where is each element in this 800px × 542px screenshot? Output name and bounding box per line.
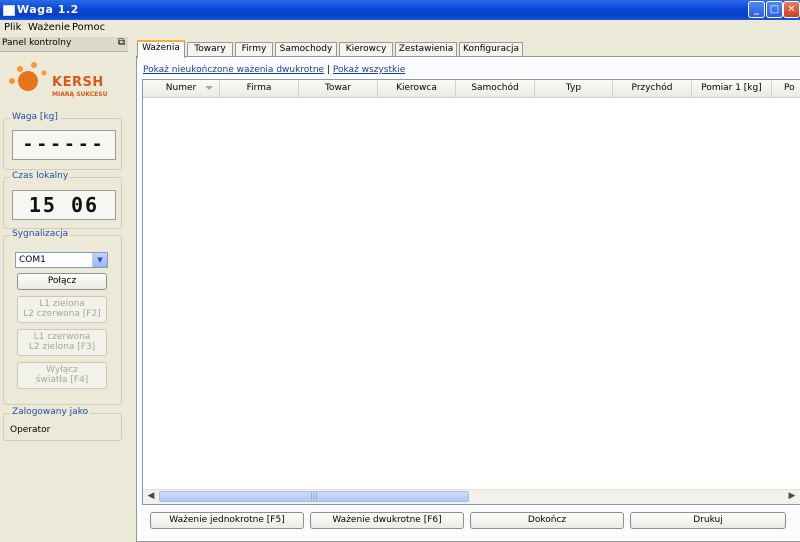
scroll-left-icon[interactable]: ◀ [144, 490, 158, 503]
login-group: Zalogowany jako Operator [3, 407, 122, 441]
weighings-table[interactable]: Numer Firma Towar Kierowca Samochód Typ … [142, 79, 800, 505]
links-separator: | [326, 65, 331, 75]
logo-text: KERSH [52, 75, 104, 90]
column-header[interactable]: Pomiar 1 [kg] [692, 80, 772, 97]
panel-header: Panel kontrolny ⧉ [0, 37, 128, 52]
column-header[interactable]: Kierowca [378, 80, 456, 97]
maximize-button[interactable]: □ [766, 1, 783, 18]
single-weighing-button[interactable]: Ważenie jednokrotne [F5] [150, 512, 304, 529]
menu-pomoc[interactable]: Pomoc [72, 22, 105, 33]
show-incomplete-link[interactable]: Pokaż nieukończone ważenia dwukrotne [143, 65, 324, 75]
lights-off-button[interactable]: Wyłącz światła [F4] [17, 362, 107, 389]
btn2-line2: L2 zielona [F3] [28, 342, 96, 352]
port-select[interactable]: COM1 ▼ [15, 252, 108, 268]
show-all-link[interactable]: Pokaż wszystkie [333, 65, 405, 75]
tab-firmy[interactable]: Firmy [235, 42, 273, 57]
column-header[interactable]: Typ [535, 80, 613, 97]
weight-legend: Waga [kg] [10, 112, 60, 122]
btn1-line1: L1 zielona [39, 299, 85, 309]
app-icon [3, 5, 15, 16]
logo-subtitle: MIARĄ SUKCESU [52, 91, 108, 98]
double-weighing-button[interactable]: Ważenie dwukrotne [F6] [310, 512, 464, 529]
horizontal-scrollbar[interactable]: ◀ ||| ▶ [143, 489, 800, 504]
print-button[interactable]: Drukuj [630, 512, 786, 529]
control-panel: Panel kontrolny ⧉ KERSH MIARĄ SUKCESU Wa… [0, 37, 130, 542]
pin-icon[interactable]: ⧉ [118, 37, 125, 48]
table-header: Numer Firma Towar Kierowca Samochód Typ … [143, 80, 800, 98]
scroll-thumb[interactable]: ||| [159, 491, 469, 502]
tab-konfiguracja[interactable]: Konfiguracja [459, 42, 523, 57]
menu-bar: Plik Ważenie Pomoc [0, 20, 800, 36]
scroll-right-icon[interactable]: ▶ [785, 490, 799, 503]
sort-arrow-icon [205, 86, 213, 90]
btn3-line1: Wyłącz [46, 365, 78, 375]
time-display: 15 06 [12, 190, 116, 220]
column-header[interactable]: Po [772, 80, 800, 97]
scroll-grip: ||| [310, 492, 318, 500]
menu-plik[interactable]: Plik [4, 22, 21, 33]
menu-wazenie[interactable]: Ważenie [28, 22, 70, 33]
tab-samochody[interactable]: Samochody [275, 42, 337, 57]
column-label: Numer [165, 83, 197, 93]
logged-user: Operator [10, 425, 51, 435]
tab-wazenia[interactable]: Ważenia [137, 40, 185, 58]
finish-button[interactable]: Dokończ [470, 512, 624, 529]
l1-red-l2-green-button[interactable]: L1 czerwona L2 zielona [F3] [17, 329, 107, 356]
tab-content: Pokaż nieukończone ważenia dwukrotne | P… [136, 56, 800, 542]
login-legend: Zalogowany jako [10, 407, 91, 417]
btn2-line1: L1 czerwona [33, 332, 91, 342]
weight-group: Waga [kg] ------ [3, 112, 122, 170]
time-legend: Czas lokalny [10, 171, 71, 181]
tab-towary[interactable]: Towary [187, 42, 233, 57]
filter-links: Pokaż nieukończone ważenia dwukrotne | P… [143, 65, 405, 75]
chevron-down-icon[interactable]: ▼ [92, 253, 107, 267]
weight-display: ------ [12, 130, 116, 160]
btn1-line2: L2 czerwona [F2] [23, 309, 101, 319]
tab-zestawienia[interactable]: Zestawienia [395, 42, 457, 57]
column-header[interactable]: Samochód [456, 80, 535, 97]
btn3-line2: światła [F4] [35, 375, 89, 385]
tab-kierowcy[interactable]: Kierowcy [339, 42, 393, 57]
column-header[interactable]: Przychód [613, 80, 692, 97]
window-title: Waga 1.2 [17, 3, 79, 16]
column-header[interactable]: Firma [220, 80, 299, 97]
column-header[interactable]: Towar [299, 80, 378, 97]
signal-legend: Sygnalizacja [10, 229, 71, 239]
title-bar: Waga 1.2 _ □ ✕ [0, 0, 800, 20]
l1-green-l2-red-button[interactable]: L1 zielona L2 czerwona [F2] [17, 296, 107, 323]
column-header[interactable]: Numer [143, 80, 220, 97]
panel-title: Panel kontrolny [2, 38, 72, 48]
close-button[interactable]: ✕ [783, 1, 800, 18]
port-value: COM1 [19, 255, 46, 265]
connect-button[interactable]: Połącz [17, 273, 107, 290]
minimize-button[interactable]: _ [748, 1, 765, 18]
time-group: Czas lokalny 15 06 [3, 171, 122, 229]
